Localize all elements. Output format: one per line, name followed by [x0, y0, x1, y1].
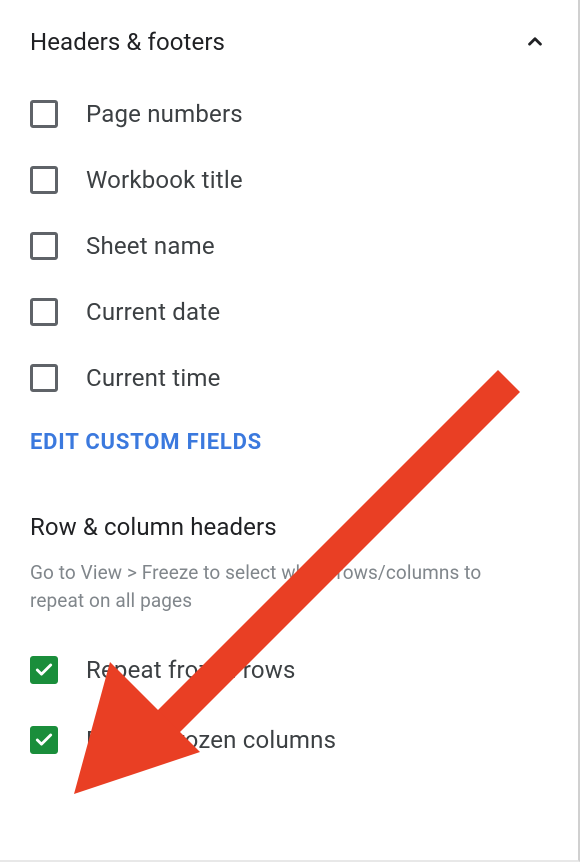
print-settings-panel: Headers & footers Page numbers Workbook …	[0, 0, 580, 862]
current-time-checkbox[interactable]	[30, 364, 58, 392]
repeat-frozen-columns-option[interactable]: Repeat frozen columns	[30, 726, 548, 754]
current-time-label: Current time	[86, 364, 221, 392]
page-numbers-option[interactable]: Page numbers	[30, 100, 548, 128]
repeat-frozen-rows-checkbox[interactable]	[30, 656, 58, 684]
sheet-name-checkbox[interactable]	[30, 232, 58, 260]
page-numbers-label: Page numbers	[86, 100, 243, 128]
workbook-title-option[interactable]: Workbook title	[30, 166, 548, 194]
chevron-up-icon	[522, 29, 548, 55]
headers-footers-options: Page numbers Workbook title Sheet name C…	[30, 100, 548, 392]
repeat-frozen-columns-checkbox[interactable]	[30, 726, 58, 754]
page-numbers-checkbox[interactable]	[30, 100, 58, 128]
workbook-title-checkbox[interactable]	[30, 166, 58, 194]
repeat-frozen-columns-label: Repeat frozen columns	[86, 726, 336, 754]
current-date-checkbox[interactable]	[30, 298, 58, 326]
sheet-name-option[interactable]: Sheet name	[30, 232, 548, 260]
row-col-headers-options: Repeat frozen rows Repeat frozen columns	[30, 656, 548, 754]
workbook-title-label: Workbook title	[86, 166, 243, 194]
sheet-name-label: Sheet name	[86, 232, 215, 260]
current-time-option[interactable]: Current time	[30, 364, 548, 392]
edit-custom-fields-link[interactable]: EDIT CUSTOM FIELDS	[30, 430, 548, 455]
repeat-frozen-rows-label: Repeat frozen rows	[86, 656, 296, 684]
row-col-headers-hint: Go to View > Freeze to select which rows…	[30, 559, 540, 614]
headers-footers-title: Headers & footers	[30, 28, 225, 56]
repeat-frozen-rows-option[interactable]: Repeat frozen rows	[30, 656, 548, 684]
current-date-label: Current date	[86, 298, 220, 326]
row-col-headers-title: Row & column headers	[30, 513, 548, 541]
current-date-option[interactable]: Current date	[30, 298, 548, 326]
headers-footers-header[interactable]: Headers & footers	[30, 28, 548, 56]
